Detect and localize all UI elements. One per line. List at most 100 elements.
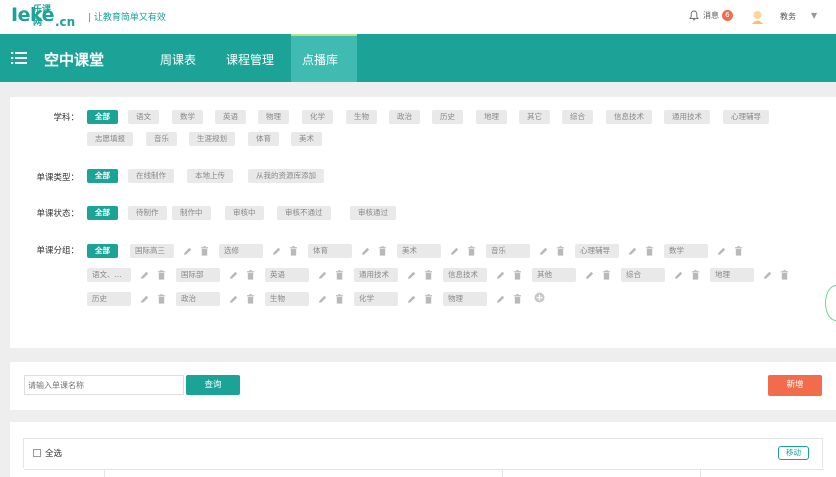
delete-icon[interactable] [378,246,387,256]
subject-option[interactable]: 数学 [172,110,203,124]
group-item[interactable]: 综合 [621,268,665,282]
delete-icon[interactable] [467,246,476,256]
status-option[interactable]: 待制作 [128,206,167,220]
edit-icon[interactable] [585,270,594,280]
group-item[interactable]: 心理辅导 [575,244,619,258]
delete-icon[interactable] [335,270,344,280]
select-all-checkbox[interactable] [33,449,41,457]
delete-icon[interactable] [246,294,255,304]
edit-icon[interactable] [272,246,281,256]
type-option[interactable]: 在线制作 [128,169,174,183]
subject-option[interactable]: 语文 [128,110,159,124]
course-name-search-input[interactable] [24,375,184,395]
delete-icon[interactable] [513,294,522,304]
delete-icon[interactable] [246,270,255,280]
group-item[interactable]: 政治 [176,292,220,306]
edit-icon[interactable] [318,270,327,280]
subject-option[interactable]: 英语 [215,110,246,124]
group-item[interactable]: 化学 [354,292,398,306]
type-option[interactable]: 全部 [87,169,118,183]
subject-option[interactable]: 美术 [291,132,322,146]
edit-icon[interactable] [318,294,327,304]
tab-vod-library[interactable]: 点播库 [302,51,338,68]
tab-weekly-schedule[interactable]: 周课表 [160,51,196,68]
subject-option[interactable]: 志愿填报 [87,132,133,146]
edit-icon[interactable] [628,246,637,256]
subject-option[interactable]: 地理 [476,110,507,124]
group-item[interactable]: 生物 [265,292,309,306]
edit-icon[interactable] [407,294,416,304]
edit-icon[interactable] [496,270,505,280]
search-button[interactable]: 查询 [186,375,240,395]
subject-option[interactable]: 其它 [519,110,550,124]
group-item[interactable]: 信息技术 [443,268,487,282]
delete-icon[interactable] [691,270,700,280]
delete-icon[interactable] [157,270,166,280]
edit-icon[interactable] [407,270,416,280]
delete-icon[interactable] [513,270,522,280]
edit-icon[interactable] [229,270,238,280]
subject-option[interactable]: 音乐 [146,132,177,146]
subject-option[interactable]: 综合 [562,110,593,124]
edit-icon[interactable] [539,246,548,256]
group-item[interactable]: 历史 [87,292,131,306]
edit-icon[interactable] [450,246,459,256]
add-button[interactable]: 新增 [768,375,822,396]
edit-icon[interactable] [229,294,238,304]
status-option[interactable]: 审核通过 [350,206,396,220]
edit-icon[interactable] [496,294,505,304]
edit-icon[interactable] [183,246,192,256]
subject-option[interactable]: 生物 [346,110,377,124]
edit-icon[interactable] [717,246,726,256]
subject-option[interactable]: 信息技术 [606,110,652,124]
delete-icon[interactable] [157,294,166,304]
messages-button[interactable]: 消息 6 [689,10,733,21]
group-item[interactable]: 美术 [397,244,441,258]
status-option[interactable]: 制作中 [172,206,211,220]
avatar[interactable] [751,10,764,24]
group-item[interactable]: 选修 [219,244,263,258]
edit-icon[interactable] [674,270,683,280]
group-item[interactable]: 国际部 [176,268,220,282]
subject-option[interactable]: 历史 [432,110,463,124]
edit-icon[interactable] [140,270,149,280]
delete-icon[interactable] [645,246,654,256]
move-button[interactable]: 移动 [778,446,809,460]
delete-icon[interactable] [424,294,433,304]
subject-option[interactable]: 通用技术 [664,110,710,124]
subject-option[interactable]: 政治 [389,110,420,124]
chevron-down-icon[interactable]: ▼ [811,11,817,20]
edit-icon[interactable] [140,294,149,304]
subject-option[interactable]: 心理辅导 [723,110,769,124]
user-name[interactable]: 教务 [780,11,796,22]
group-item[interactable]: 数学 [664,244,708,258]
group-item[interactable]: 音乐 [486,244,530,258]
logo[interactable]: Ieke 乐课网 .cn [11,5,75,29]
add-group-icon[interactable] [534,292,545,303]
delete-icon[interactable] [602,270,611,280]
delete-icon[interactable] [335,294,344,304]
menu-icon[interactable] [11,52,27,64]
delete-icon[interactable] [734,246,743,256]
status-option[interactable]: 审核不通过 [277,206,331,220]
group-item[interactable]: 国际高三 [130,244,174,258]
edit-icon[interactable] [763,270,772,280]
type-option[interactable]: 本地上传 [187,169,233,183]
group-item[interactable]: 英语 [265,268,309,282]
group-item[interactable]: 语文、... [87,268,131,282]
status-option[interactable]: 全部 [87,206,118,220]
subject-option[interactable]: 物理 [258,110,289,124]
subject-option[interactable]: 体育 [248,132,279,146]
group-item[interactable]: 物理 [443,292,487,306]
delete-icon[interactable] [289,246,298,256]
subject-option[interactable]: 化学 [302,110,333,124]
subject-option[interactable]: 全部 [87,110,118,124]
subject-option[interactable]: 生涯规划 [189,132,235,146]
delete-icon[interactable] [424,270,433,280]
tab-course-management[interactable]: 课程管理 [226,51,274,68]
type-option[interactable]: 从我的资源库添加 [248,169,324,183]
group-item[interactable]: 地理 [710,268,754,282]
delete-icon[interactable] [780,270,789,280]
group-item[interactable]: 体育 [308,244,352,258]
group-option-all[interactable]: 全部 [87,244,118,258]
